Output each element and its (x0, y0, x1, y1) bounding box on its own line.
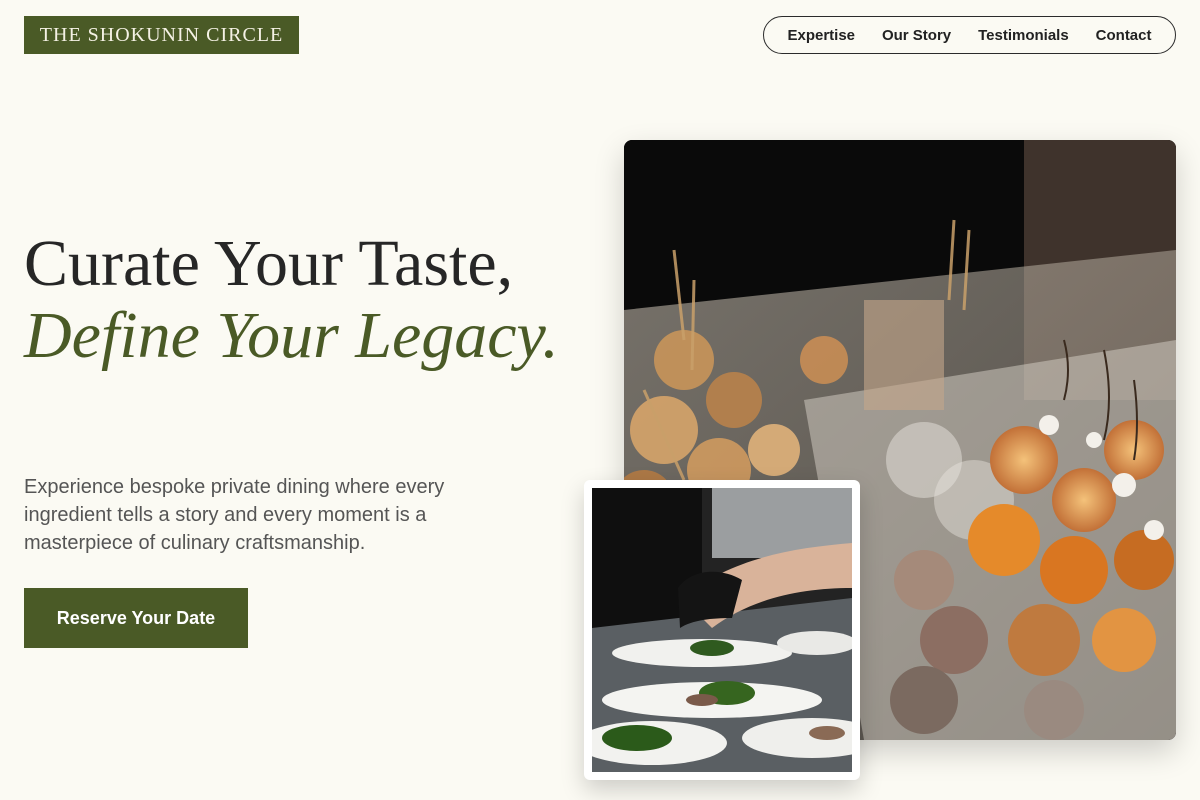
hero-title-accent: Define Your Legacy. (24, 299, 559, 372)
hero-title-line1: Curate Your Taste, (24, 227, 514, 300)
chef-plating-photo (592, 488, 852, 772)
nav-testimonials[interactable]: Testimonials (978, 27, 1069, 44)
main-nav: Expertise Our Story Testimonials Contact (763, 16, 1176, 54)
chef-plating-illustration (592, 488, 852, 772)
brand-logo[interactable]: THE SHOKUNIN CIRCLE (24, 16, 299, 54)
hero-subtitle: Experience bespoke private dining where … (24, 476, 445, 554)
hero-title: Curate Your Taste, Define Your Legacy. (24, 228, 584, 372)
nav-contact[interactable]: Contact (1096, 27, 1152, 44)
nav-expertise[interactable]: Expertise (787, 27, 855, 44)
chef-plating-photo-frame (584, 480, 860, 780)
reserve-date-button[interactable]: Reserve Your Date (24, 588, 248, 648)
nav-our-story[interactable]: Our Story (882, 27, 951, 44)
